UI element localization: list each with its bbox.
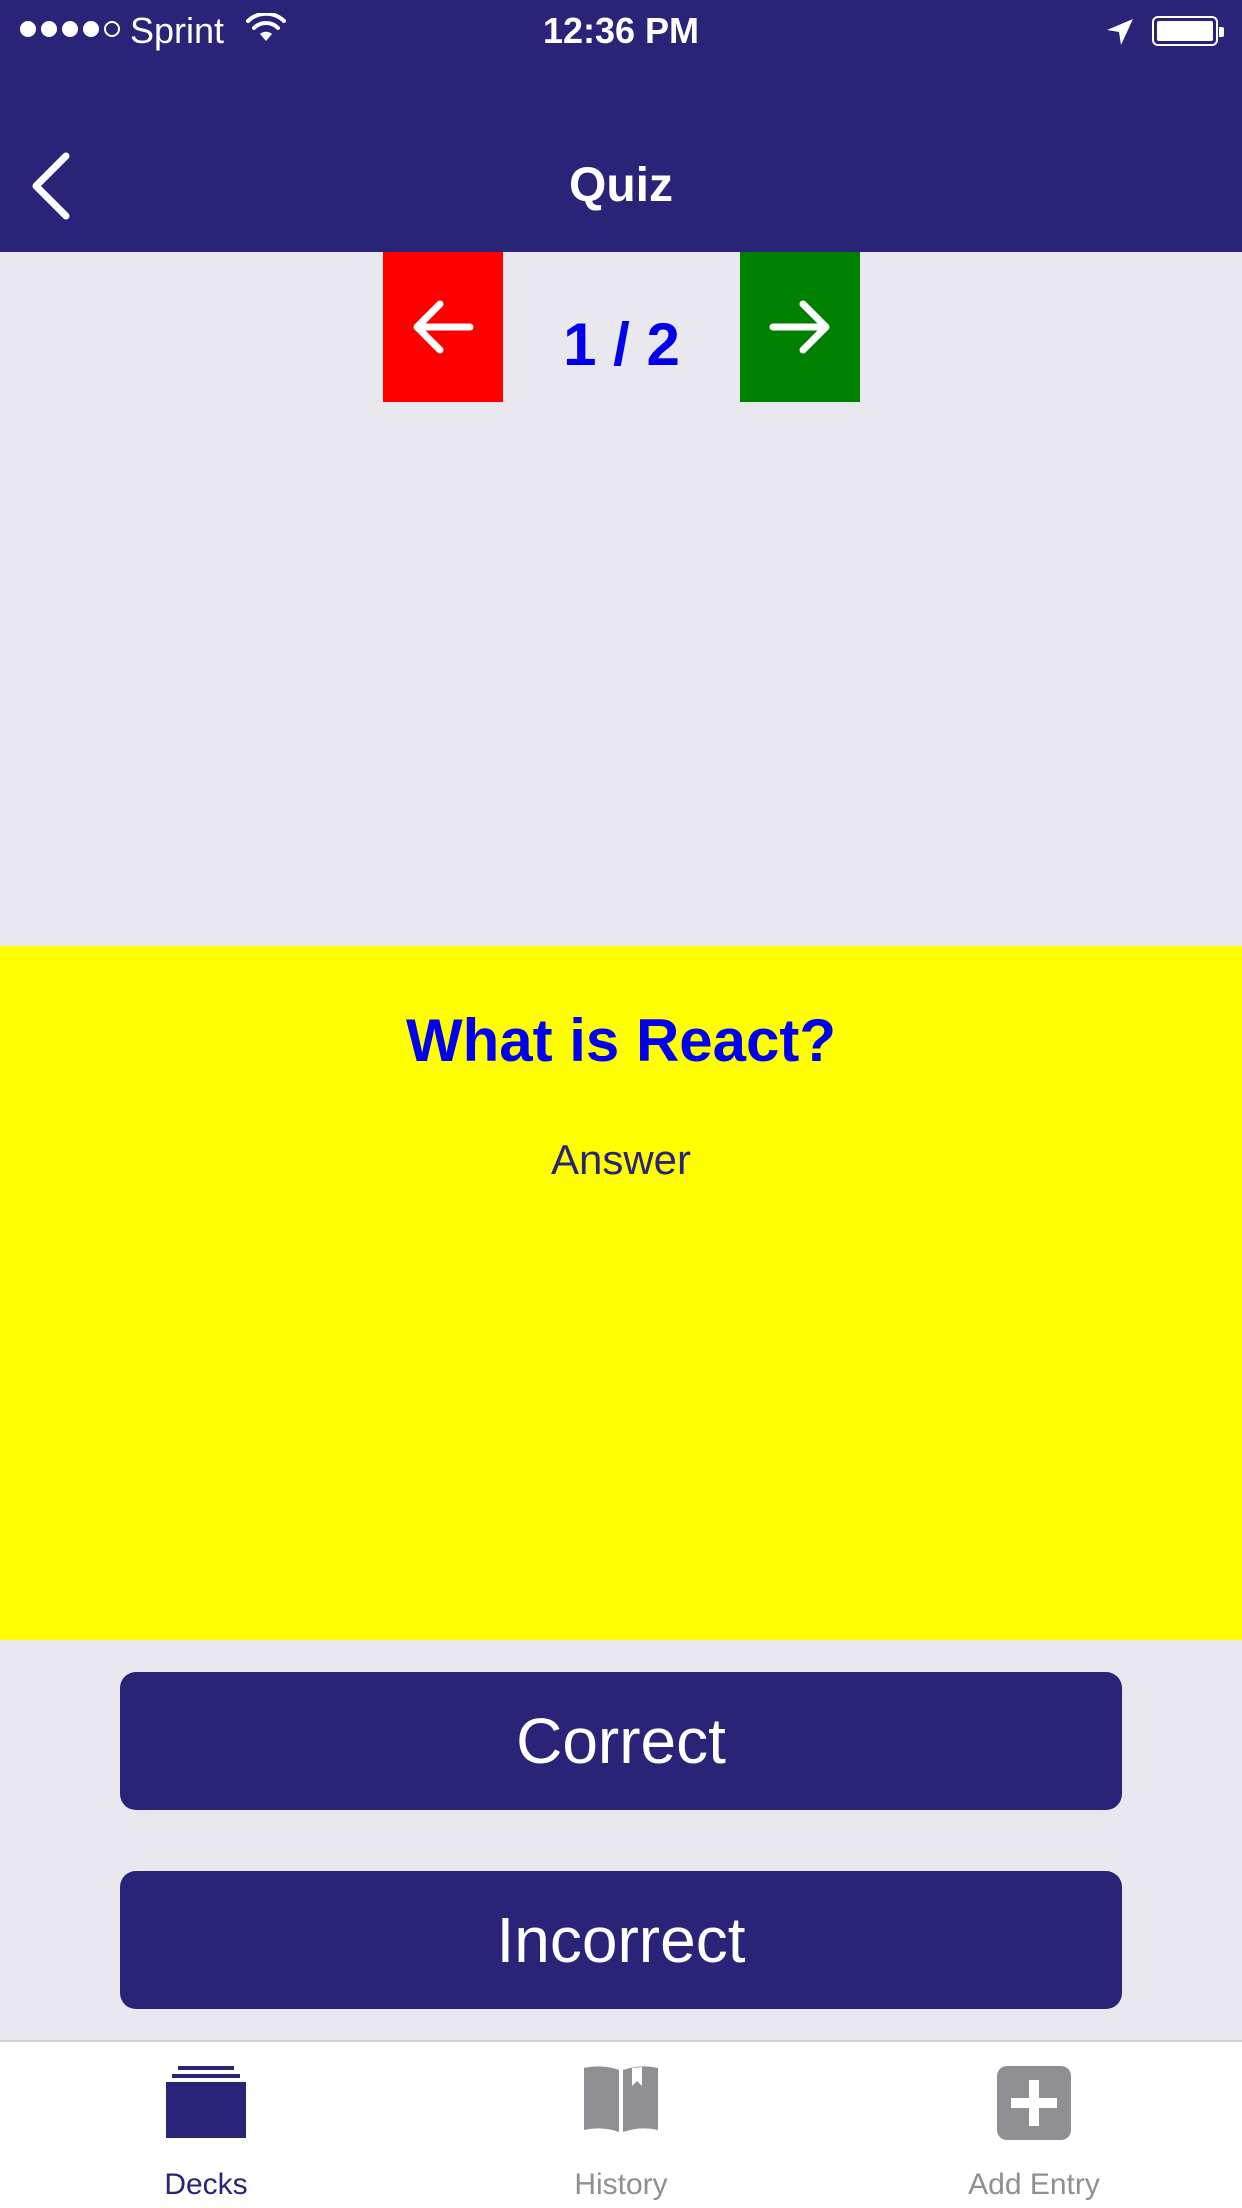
page-title: Quiz <box>569 159 673 212</box>
previous-card-button[interactable] <box>383 252 503 402</box>
show-answer-button[interactable]: Answer <box>0 1136 1242 1184</box>
top-bar: Sprint 12:36 PM Quiz <box>0 0 1242 252</box>
arrow-right-icon <box>769 300 830 354</box>
battery-full-icon <box>1152 16 1224 46</box>
tab-history[interactable]: History <box>471 2042 771 2208</box>
flash-card[interactable]: What is React? Answer <box>0 946 1242 1640</box>
book-icon <box>582 2064 660 2141</box>
incorrect-button[interactable]: Incorrect <box>120 1871 1122 2009</box>
status-time: 12:36 PM <box>542 10 700 51</box>
tab-label-decks: Decks <box>164 2168 248 2201</box>
tab-label-add-entry: Add Entry <box>968 2168 1100 2201</box>
status-bar: Sprint 12:36 PM <box>0 0 1242 62</box>
question-text: What is React? <box>405 1007 837 1074</box>
tab-add-entry[interactable]: Add Entry <box>884 2042 1184 2208</box>
decks-icon <box>164 2064 248 2145</box>
tab-bar: Decks History Add Entry <box>0 2040 1242 2208</box>
arrow-left-icon <box>413 300 474 354</box>
card-counter: 1 / 2 <box>563 311 680 378</box>
tab-label-history: History <box>574 2168 668 2201</box>
correct-button[interactable]: Correct <box>120 1672 1122 1810</box>
next-card-button[interactable] <box>740 252 860 402</box>
plus-box-icon <box>995 2064 1073 2147</box>
location-arrow-icon <box>1105 14 1135 56</box>
tab-decks[interactable]: Decks <box>56 2042 356 2208</box>
